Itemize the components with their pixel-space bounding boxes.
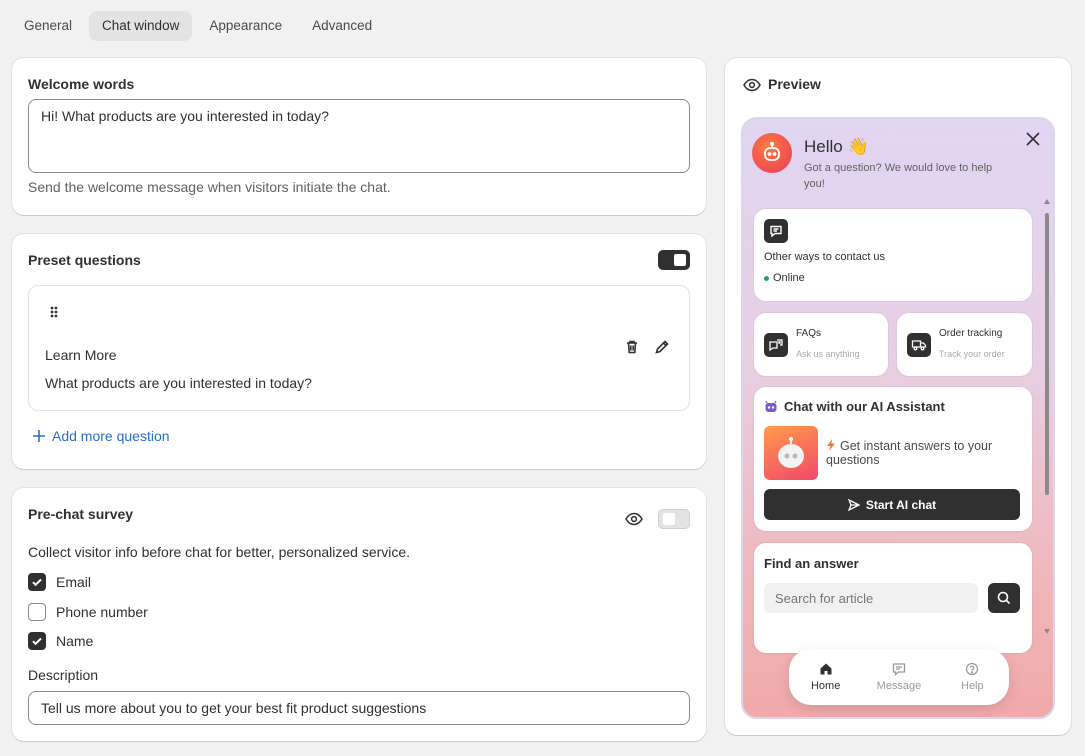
tab-chat-window[interactable]: Chat window [89, 11, 193, 41]
help-icon [966, 662, 979, 676]
description-input[interactable]: Tell us more about you to get your best … [28, 691, 690, 725]
eye-icon [743, 78, 761, 92]
start-ai-chat-button[interactable]: Start AI chat [764, 489, 1020, 520]
nav-help[interactable]: Help [942, 662, 1002, 692]
email-checkbox[interactable] [28, 573, 46, 591]
preview-survey-button[interactable] [623, 508, 645, 530]
greeting-title: Hello 👋 [804, 137, 869, 156]
message-icon [892, 663, 906, 676]
add-question-label: Add more question [52, 428, 170, 444]
ai-bot-icon [778, 437, 804, 468]
drag-handle-icon[interactable] [49, 305, 59, 319]
article-search-input[interactable] [764, 583, 978, 613]
survey-intro-text: Collect visitor info before chat for bet… [28, 544, 411, 560]
tab-general[interactable]: General [11, 11, 85, 41]
preset-questions-toggle[interactable] [658, 250, 690, 270]
bot-avatar [752, 133, 792, 173]
survey-field-email[interactable]: Email [28, 573, 91, 591]
scrollbar[interactable] [1044, 199, 1050, 634]
greeting-subtitle: Got a question? We would love to help yo… [804, 162, 993, 190]
ai-assistant-title: Chat with our AI Assistant [784, 399, 945, 414]
scroll-down-icon [1044, 629, 1050, 634]
pencil-icon [655, 340, 669, 354]
scroll-up-icon [1044, 199, 1050, 204]
ai-assistant-card: Chat with our AI Assistant Get instant a… [754, 387, 1032, 531]
plus-icon [33, 430, 45, 442]
ai-assistant-desc-row: Get instant answers to your questions [826, 439, 1016, 467]
trash-icon [627, 340, 637, 354]
nav-message[interactable]: Message [869, 662, 929, 692]
ai-assistant-desc: Get instant answers to your questions [826, 439, 993, 467]
preset-questions-title: Preset questions [28, 252, 141, 268]
preset-questions-card: Preset questions Learn More What product… [12, 234, 706, 469]
faqs-title: FAQs [796, 328, 822, 339]
preview-title: Preview [768, 76, 821, 92]
ai-assistant-header: Chat with our AI Assistant [764, 399, 945, 414]
order-tracking-subtitle: Track your order [939, 349, 1005, 359]
name-checkbox[interactable] [28, 632, 46, 650]
faqs-card[interactable]: FAQs Ask us anything [754, 313, 888, 376]
ai-bot-image [764, 426, 818, 480]
pre-chat-survey-title: Pre-chat survey [28, 506, 134, 522]
preset-question-item: Learn More What products are you interes… [28, 285, 690, 411]
welcome-words-title: Welcome words [28, 76, 135, 92]
widget-bottom-nav: Home Message Help [789, 649, 1009, 705]
chat-bubble-icon [764, 219, 788, 243]
welcome-message-textarea[interactable]: Hi! What products are you interested in … [28, 99, 690, 173]
tab-bar: General Chat window Appearance Advanced [11, 11, 385, 41]
search-button[interactable] [988, 583, 1020, 613]
close-icon[interactable] [1025, 131, 1041, 147]
lightning-icon [827, 439, 835, 451]
email-label: Email [56, 574, 92, 590]
pre-chat-survey-card: Pre-chat survey Collect visitor info bef… [12, 488, 706, 741]
check-icon [32, 637, 42, 646]
faq-icon [764, 333, 788, 357]
tab-advanced[interactable]: Advanced [299, 11, 385, 41]
nav-home-label: Home [810, 680, 841, 692]
nav-help-label: Help [961, 680, 984, 692]
phone-checkbox[interactable] [28, 603, 46, 621]
name-label: Name [56, 633, 94, 649]
pre-chat-survey-toggle[interactable] [658, 509, 690, 529]
find-answer-card: Find an answer [754, 543, 1032, 653]
home-icon [820, 663, 832, 675]
search-icon [997, 591, 1011, 605]
description-label: Description [28, 667, 99, 683]
nav-home[interactable]: Home [796, 662, 856, 692]
truck-icon [907, 333, 931, 357]
delete-question-button[interactable] [621, 336, 643, 358]
order-tracking-card[interactable]: Order tracking Track your order [897, 313, 1032, 376]
online-dot [764, 275, 769, 281]
contact-card[interactable]: Other ways to contact us Online [754, 209, 1032, 301]
edit-question-button[interactable] [651, 336, 673, 358]
eye-icon [625, 512, 643, 526]
add-question-button[interactable]: Add more question [32, 428, 170, 444]
start-ai-chat-label: Start AI chat [865, 497, 937, 512]
phone-label: Phone number [56, 604, 148, 620]
send-icon [847, 498, 860, 511]
robot-face-icon [765, 400, 777, 412]
nav-message-label: Message [876, 680, 922, 692]
order-tracking-title: Order tracking [939, 328, 1003, 339]
preset-question-title: Learn More [45, 347, 117, 363]
find-answer-title: Find an answer [764, 556, 859, 571]
online-status: Online [764, 272, 805, 284]
robot-icon [764, 142, 780, 161]
welcome-help-text: Send the welcome message when visitors i… [28, 179, 391, 195]
survey-field-phone[interactable]: Phone number [28, 603, 148, 621]
online-status-label: Online [773, 272, 805, 284]
preview-card: Preview Hello 👋 Got a question? We would… [725, 58, 1071, 735]
welcome-words-card: Welcome words Hi! What products are you … [12, 58, 706, 215]
faqs-subtitle: Ask us anything [796, 349, 860, 359]
chat-widget-preview: Hello 👋 Got a question? We would love to… [741, 117, 1055, 719]
contact-label: Other ways to contact us [764, 251, 886, 263]
scroll-thumb[interactable] [1045, 213, 1049, 495]
tab-appearance[interactable]: Appearance [196, 11, 295, 41]
survey-field-name[interactable]: Name [28, 632, 93, 650]
preset-question-text: What products are you interested in toda… [45, 375, 312, 391]
check-icon [32, 578, 42, 587]
